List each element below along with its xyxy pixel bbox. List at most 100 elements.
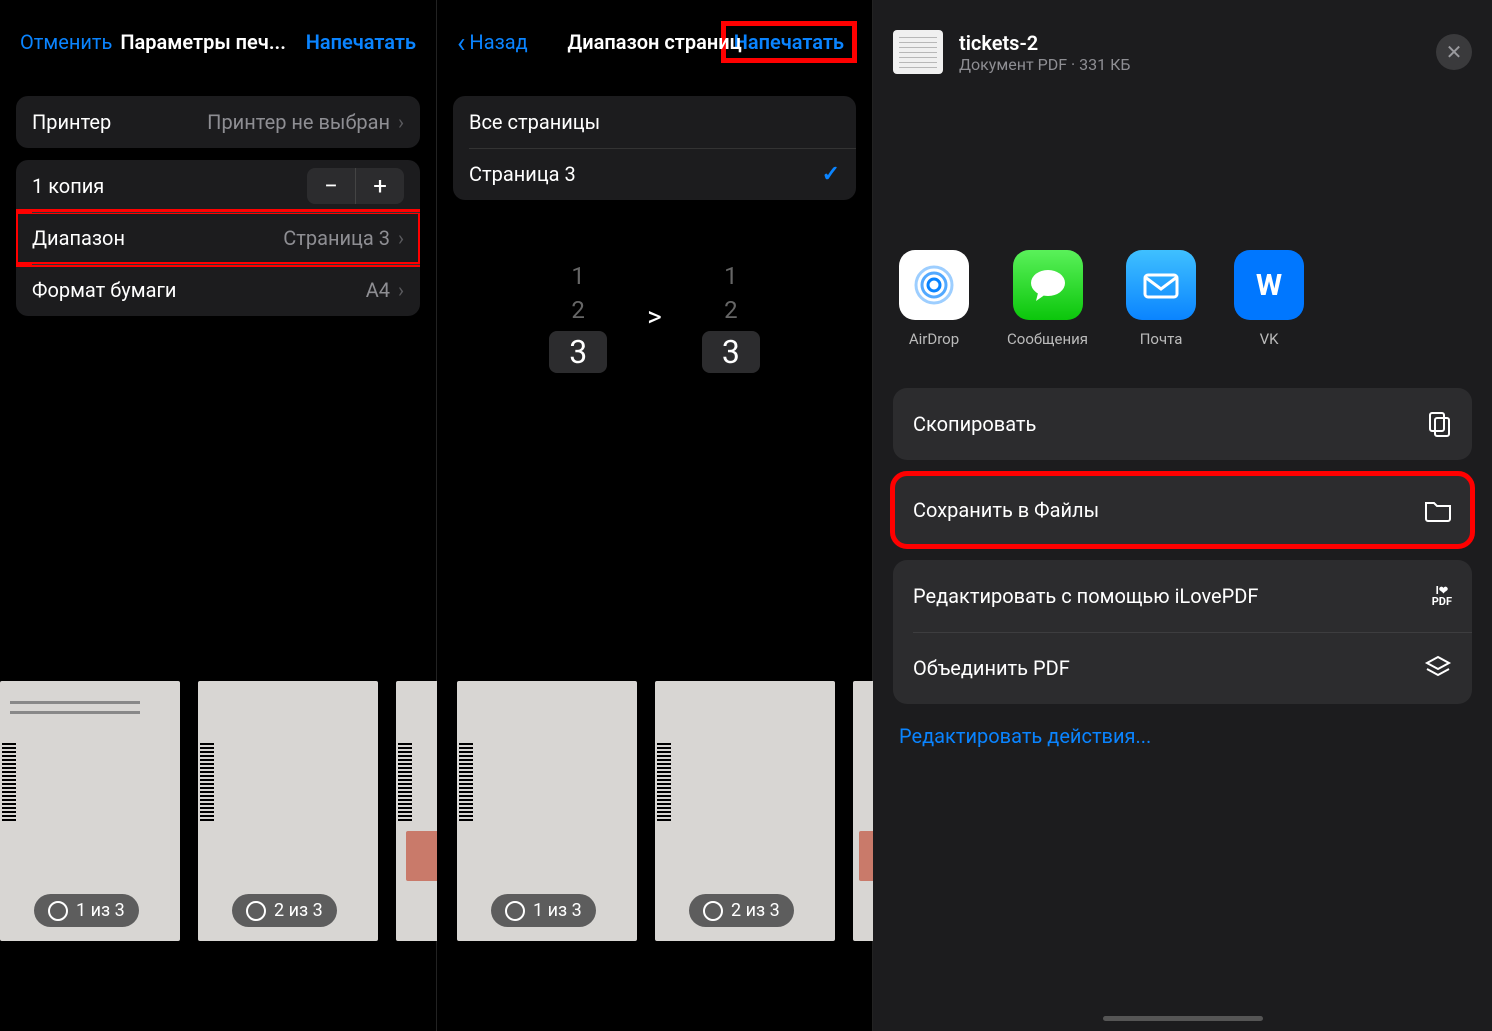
print-button[interactable]: Напечатать	[306, 30, 416, 54]
page-title: Параметры печ...	[120, 30, 297, 54]
thumb-label: 2 из 3	[274, 900, 323, 921]
printer-label: Принтер	[32, 110, 111, 134]
paper-value: A4	[366, 278, 390, 302]
select-circle-icon[interactable]	[505, 901, 525, 921]
thumb-badge[interactable]: 1 из 3	[34, 894, 139, 927]
home-indicator	[1103, 1016, 1263, 1021]
select-circle-icon[interactable]	[703, 901, 723, 921]
page-thumbnails: 1 из 3 2 из 3	[457, 681, 913, 941]
navbar-page-range: ‹ Назад Диапазон страниц Напечатать	[437, 0, 872, 84]
thumb-badge[interactable]: 2 из 3	[689, 894, 794, 927]
copy-action[interactable]: Скопировать	[893, 388, 1472, 460]
stepper-minus-button[interactable]: −	[307, 168, 355, 204]
messages-icon	[1013, 250, 1083, 320]
picker-to[interactable]: 1 2 3	[702, 260, 760, 373]
picker-from-1: 1	[571, 260, 585, 294]
doc-line	[10, 711, 140, 714]
picker-to-selected: 3	[702, 331, 760, 373]
airdrop-icon	[899, 250, 969, 320]
picker-arrow-icon: >	[647, 300, 662, 333]
thumb-badge[interactable]: 2 из 3	[232, 894, 337, 927]
copy-icon	[1426, 411, 1452, 437]
picker-to-1: 1	[724, 260, 738, 294]
copies-stepper[interactable]: − +	[307, 168, 404, 204]
share-sheet-panel: tickets-2 Документ PDF · 331 КБ ✕ AirDro…	[873, 0, 1492, 1031]
picker-from-selected: 3	[549, 331, 607, 373]
all-pages-row[interactable]: Все страницы	[453, 96, 856, 148]
back-button[interactable]: ‹ Назад	[457, 26, 528, 59]
cancel-button[interactable]: Отменить	[20, 30, 112, 54]
barcode-icon	[459, 741, 473, 821]
printer-group: Принтер Принтер не выбран ›	[16, 96, 420, 148]
ilovepdf-icon: I❤PDF	[1432, 585, 1452, 607]
barcode-icon	[200, 741, 214, 821]
close-icon: ✕	[1446, 40, 1463, 64]
file-info: tickets-2 Документ PDF · 331 КБ	[959, 31, 1130, 74]
chevron-right-icon: ›	[398, 226, 404, 250]
thumb-label: 1 из 3	[533, 900, 582, 921]
ilovepdf-label: Редактировать с помощью iLovePDF	[913, 584, 1258, 608]
picker-from[interactable]: 1 2 3	[549, 260, 607, 373]
save-files-label: Сохранить в Файлы	[913, 498, 1099, 522]
mail-label: Почта	[1140, 330, 1183, 348]
barcode-icon	[398, 741, 412, 821]
mail-icon	[1126, 250, 1196, 320]
copies-row: 1 копия − +	[16, 160, 420, 212]
share-header: tickets-2 Документ PDF · 331 КБ ✕	[873, 0, 1492, 90]
range-picker[interactable]: 1 2 3 > 1 2 3	[437, 260, 872, 373]
select-circle-icon[interactable]	[246, 901, 266, 921]
share-apps-row[interactable]: AirDrop Сообщения Почта W VK	[873, 90, 1492, 368]
doc-line	[10, 701, 140, 704]
airdrop-label: AirDrop	[909, 330, 959, 348]
copy-label: Скопировать	[913, 412, 1036, 436]
select-circle-icon[interactable]	[48, 901, 68, 921]
chevron-left-icon: ‹	[457, 26, 465, 59]
mail-app[interactable]: Почта	[1126, 250, 1196, 348]
layers-icon	[1424, 654, 1452, 682]
back-label: Назад	[469, 30, 527, 54]
printer-value: Принтер не выбран	[207, 110, 390, 134]
file-meta: Документ PDF · 331 КБ	[959, 55, 1130, 74]
picker-from-2: 2	[571, 294, 585, 328]
range-value: Страница 3	[283, 226, 390, 250]
actions-group-1: Скопировать	[893, 388, 1472, 460]
page-title: Диапазон страниц	[567, 30, 741, 54]
page-range-panel: ‹ Назад Диапазон страниц Напечатать Все …	[437, 0, 873, 1031]
stepper-plus-button[interactable]: +	[356, 168, 404, 204]
thumb-badge[interactable]: 1 из 3	[491, 894, 596, 927]
vk-app[interactable]: W VK	[1234, 250, 1304, 348]
airdrop-app[interactable]: AirDrop	[899, 250, 969, 348]
single-page-label: Страница 3	[469, 162, 576, 186]
folder-icon	[1424, 498, 1452, 522]
settings-group: 1 копия − + Диапазон Страница 3 › Формат…	[16, 160, 420, 316]
save-to-files-action[interactable]: Сохранить в Файлы	[893, 474, 1472, 546]
printer-row[interactable]: Принтер Принтер не выбран ›	[16, 96, 420, 148]
thumb-page-1[interactable]: 1 из 3	[457, 681, 637, 941]
paper-label: Формат бумаги	[32, 278, 176, 302]
range-row[interactable]: Диапазон Страница 3 ›	[16, 212, 420, 264]
range-label: Диапазон	[32, 226, 125, 250]
file-name: tickets-2	[959, 31, 1130, 55]
ilovepdf-action[interactable]: Редактировать с помощью iLovePDF I❤PDF	[893, 560, 1472, 632]
thumb-page-2[interactable]: 2 из 3	[655, 681, 835, 941]
thumb-page-2[interactable]: 2 из 3	[198, 681, 378, 941]
chevron-right-icon: ›	[398, 278, 404, 302]
thumb-page-1[interactable]: 1 из 3	[0, 681, 180, 941]
print-button[interactable]: Напечатать	[726, 26, 852, 58]
edit-actions-link[interactable]: Редактировать действия...	[873, 704, 1492, 768]
merge-pdf-action[interactable]: Объединить PDF	[893, 632, 1472, 704]
all-pages-label: Все страницы	[469, 110, 600, 134]
actions-group-3: Редактировать с помощью iLovePDF I❤PDF О…	[893, 560, 1472, 704]
single-page-row[interactable]: Страница 3 ✓	[453, 148, 856, 200]
range-options-group: Все страницы Страница 3 ✓	[453, 96, 856, 200]
barcode-icon	[657, 741, 671, 821]
actions-group-2: Сохранить в Файлы	[893, 474, 1472, 546]
messages-app[interactable]: Сообщения	[1007, 250, 1088, 348]
paper-row[interactable]: Формат бумаги A4 ›	[16, 264, 420, 316]
chevron-right-icon: ›	[398, 110, 404, 134]
barcode-icon	[2, 741, 16, 821]
close-button[interactable]: ✕	[1436, 34, 1472, 70]
vk-label: VK	[1260, 330, 1279, 348]
checkmark-icon: ✓	[822, 162, 840, 187]
thumb-label: 1 из 3	[76, 900, 125, 921]
